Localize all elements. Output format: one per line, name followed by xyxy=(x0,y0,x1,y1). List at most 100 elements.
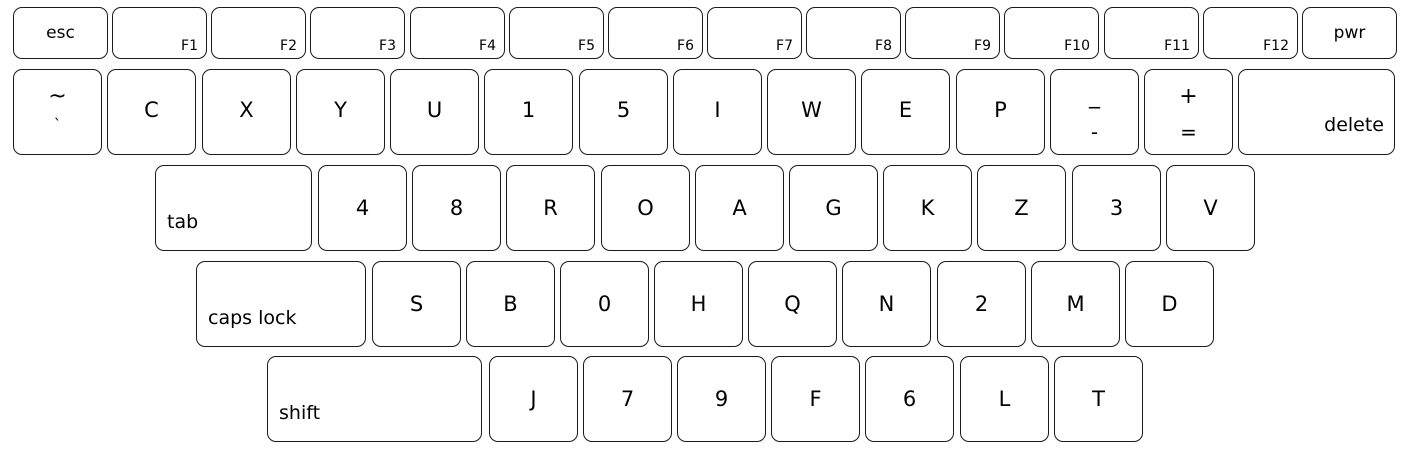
key-j[interactable]: J xyxy=(489,356,578,442)
key-u[interactable]: U xyxy=(390,69,479,155)
key-f8[interactable]: F8 xyxy=(806,7,901,59)
key-g[interactable]: G xyxy=(789,165,878,251)
key-n[interactable]: N xyxy=(842,261,931,347)
key-label: F9 xyxy=(974,38,991,54)
key-label: I xyxy=(714,98,721,122)
key-tab[interactable]: tab xyxy=(155,165,312,251)
key-label: F10 xyxy=(1064,38,1090,54)
key-label: delete xyxy=(1324,114,1384,136)
key-label: 1 xyxy=(521,98,536,122)
key-9[interactable]: 9 xyxy=(677,356,766,442)
key-label: F xyxy=(809,387,822,411)
key-4[interactable]: 4 xyxy=(318,165,407,251)
key-l[interactable]: L xyxy=(960,356,1049,442)
key-d[interactable]: D xyxy=(1125,261,1214,347)
key-label: F6 xyxy=(677,38,694,54)
key-label: M xyxy=(1066,292,1085,316)
key-label: F4 xyxy=(479,38,496,54)
key-label: T xyxy=(1092,387,1105,411)
key-h[interactable]: H xyxy=(654,261,743,347)
key-a[interactable]: A xyxy=(695,165,784,251)
key-m[interactable]: M xyxy=(1031,261,1120,347)
key-label: H xyxy=(690,292,707,316)
key-f4[interactable]: F4 xyxy=(410,7,505,59)
key-t[interactable]: T xyxy=(1054,356,1143,442)
key-caps-lock[interactable]: caps lock xyxy=(196,261,366,347)
key-f11[interactable]: F11 xyxy=(1104,7,1199,59)
key-label: V xyxy=(1203,196,1218,220)
key-c[interactable]: C xyxy=(107,69,196,155)
key-minus[interactable]: _ - xyxy=(1050,69,1139,155)
key-q[interactable]: Q xyxy=(748,261,837,347)
key-f1[interactable]: F1 xyxy=(112,7,207,59)
key-label: 4 xyxy=(355,196,370,220)
key-label: A xyxy=(732,196,747,220)
key-f3[interactable]: F3 xyxy=(310,7,405,59)
key-3[interactable]: 3 xyxy=(1072,165,1161,251)
key-pwr[interactable]: pwr xyxy=(1302,7,1397,59)
key-f7[interactable]: F7 xyxy=(707,7,802,59)
key-label: F1 xyxy=(181,38,198,54)
key-i[interactable]: I xyxy=(673,69,762,155)
key-label: S xyxy=(409,292,424,316)
key-e[interactable]: E xyxy=(861,69,950,155)
key-z[interactable]: Z xyxy=(977,165,1066,251)
key-label: tab xyxy=(167,211,199,233)
key-x[interactable]: X xyxy=(202,69,291,155)
key-tilde[interactable]: ~ ` xyxy=(13,69,102,155)
key-k[interactable]: K xyxy=(883,165,972,251)
key-6[interactable]: 6 xyxy=(865,356,954,442)
key-label: N xyxy=(878,292,895,316)
key-7[interactable]: 7 xyxy=(583,356,672,442)
key-label: esc xyxy=(46,23,75,43)
key-1[interactable]: 1 xyxy=(484,69,573,155)
key-label: L xyxy=(998,387,1011,411)
key-label: 6 xyxy=(902,387,917,411)
key-label: O xyxy=(637,196,654,220)
key-s[interactable]: S xyxy=(372,261,461,347)
key-2[interactable]: 2 xyxy=(937,261,1026,347)
key-label: W xyxy=(801,98,822,122)
key-label: U xyxy=(426,98,443,122)
key-label: F8 xyxy=(875,38,892,54)
key-f[interactable]: F xyxy=(771,356,860,442)
key-label: 3 xyxy=(1109,196,1124,220)
key-label: J xyxy=(530,387,537,411)
key-w[interactable]: W xyxy=(767,69,856,155)
key-shift[interactable]: shift xyxy=(267,356,482,442)
key-f5[interactable]: F5 xyxy=(509,7,604,59)
key-label: G xyxy=(825,196,842,220)
key-label: F7 xyxy=(776,38,793,54)
key-y[interactable]: Y xyxy=(296,69,385,155)
key-r[interactable]: R xyxy=(506,165,595,251)
key-delete[interactable]: delete xyxy=(1238,69,1395,155)
key-label-shift: _ xyxy=(1089,84,1100,109)
key-label: 2 xyxy=(974,292,989,316)
key-f2[interactable]: F2 xyxy=(211,7,306,59)
key-f10[interactable]: F10 xyxy=(1004,7,1099,59)
key-b[interactable]: B xyxy=(466,261,555,347)
key-label-shift: + xyxy=(1179,84,1198,109)
key-label: F5 xyxy=(578,38,595,54)
key-equals[interactable]: + = xyxy=(1144,69,1233,155)
key-label: caps lock xyxy=(208,307,297,329)
key-label: B xyxy=(503,292,518,316)
key-label: X xyxy=(239,98,254,122)
key-esc[interactable]: esc xyxy=(13,7,108,59)
key-label: 0 xyxy=(597,292,612,316)
key-label: K xyxy=(920,196,935,220)
key-5[interactable]: 5 xyxy=(579,69,668,155)
key-f6[interactable]: F6 xyxy=(608,7,703,59)
key-label-base: = xyxy=(1180,120,1197,144)
key-o[interactable]: O xyxy=(601,165,690,251)
key-8[interactable]: 8 xyxy=(412,165,501,251)
key-p[interactable]: P xyxy=(956,69,1045,155)
on-screen-keyboard: esc F1 F2 F3 F4 F5 F6 F7 F8 F9 F10 F11 F12 pwr ~ ` C X Y U 1… xyxy=(0,0,1412,452)
key-f12[interactable]: F12 xyxy=(1203,7,1298,59)
key-label-shift: ~ xyxy=(48,84,67,109)
key-0[interactable]: 0 xyxy=(560,261,649,347)
key-f9[interactable]: F9 xyxy=(905,7,1000,59)
key-v[interactable]: V xyxy=(1166,165,1255,251)
key-label: 7 xyxy=(620,387,635,411)
key-label: 9 xyxy=(714,387,729,411)
